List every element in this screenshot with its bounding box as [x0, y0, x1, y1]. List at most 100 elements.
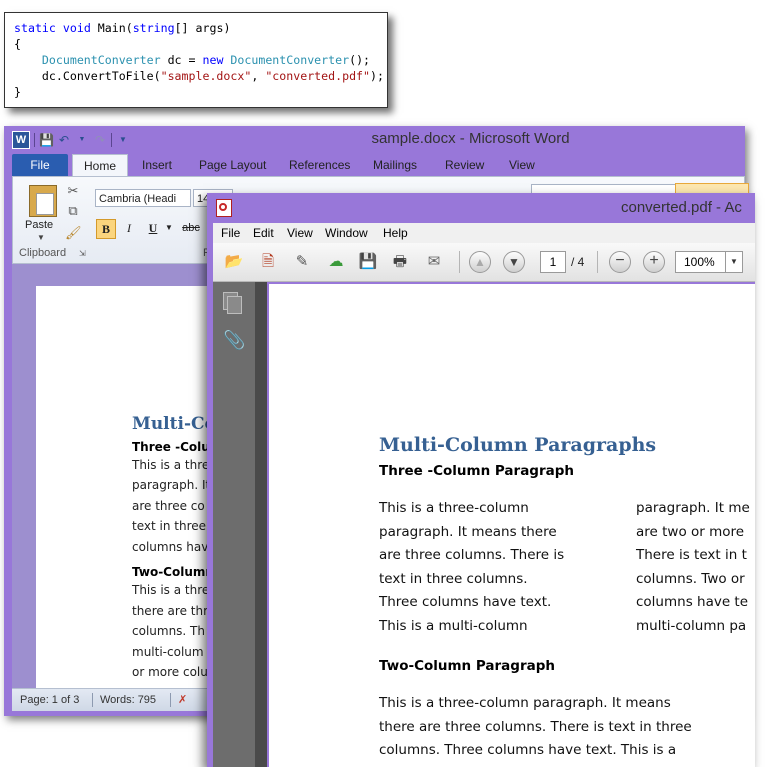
copy-icon[interactable]: ⧉	[65, 203, 81, 219]
upload-cloud-icon[interactable]: ☁	[325, 252, 347, 272]
paste-button[interactable]: Paste	[25, 219, 53, 231]
doc-line: there are thr	[132, 604, 209, 618]
toolbar: 📂 🗎 ✎ ☁ 💾 🖶 ✉ ▲ ▼ 1 / 4 − + 100% ▼	[213, 243, 755, 282]
zoom-out-icon[interactable]: −	[609, 251, 631, 273]
code-string: "sample.docx"	[160, 69, 252, 83]
dialog-launcher-icon[interactable]: ⇲	[79, 249, 86, 258]
pdf-line: This is a multi-column	[379, 618, 528, 634]
zoom-select[interactable]: 100% ▼	[675, 251, 743, 273]
page-total: / 4	[571, 255, 585, 269]
divider	[92, 693, 93, 707]
italic-button[interactable]: I	[121, 219, 137, 237]
clipboard-group-label: Clipboard	[19, 247, 67, 259]
chevron-down-icon[interactable]: ▼	[37, 233, 45, 242]
code-snippet: static void Main(string[] args) { Docume…	[4, 12, 388, 108]
pdf-line: There is text in t	[636, 547, 747, 563]
proofing-icon[interactable]: ✗	[178, 689, 187, 711]
tab-page-layout[interactable]: Page Layout	[199, 154, 266, 176]
strikethrough-button[interactable]: abc	[179, 219, 203, 237]
divider	[459, 251, 460, 273]
pdf-line: paragraph. It means there	[379, 524, 557, 540]
tab-view[interactable]: View	[509, 154, 535, 176]
code-text: );	[370, 69, 384, 83]
code-string: "converted.pdf"	[265, 69, 371, 83]
doc-line: are three co	[132, 499, 205, 513]
window-title: sample.docx - Microsoft Word	[371, 130, 570, 147]
pdf-line: Three columns have text.	[379, 594, 552, 610]
code-keyword: void	[62, 21, 91, 35]
code-text: [] args)	[174, 21, 231, 35]
doc-line: This is a thre	[132, 458, 210, 472]
scissors-icon[interactable]: ✂	[65, 183, 81, 199]
acrobat-window: converted.pdf - Ac File Edit View Window…	[207, 193, 755, 767]
next-page-icon[interactable]: ▼	[503, 251, 525, 273]
code-text: {	[14, 37, 21, 51]
code-text: dc.ConvertToFile(	[41, 69, 161, 83]
code-type: DocumentConverter	[230, 53, 350, 67]
tab-references[interactable]: References	[289, 154, 350, 176]
page-count-status[interactable]: Page: 1 of 3	[20, 689, 79, 711]
zoom-value: 100%	[684, 255, 715, 269]
pdf-page[interactable]: Multi-Column Paragraphs Three -Column Pa…	[269, 284, 755, 767]
menu-edit[interactable]: Edit	[253, 223, 274, 243]
menu-help[interactable]: Help	[383, 223, 408, 243]
code-type: DocumentConverter	[41, 53, 161, 67]
previous-page-icon[interactable]: ▲	[469, 251, 491, 273]
doc-line: columns. Th	[132, 624, 205, 638]
chevron-down-icon[interactable]: ▼	[725, 252, 742, 272]
create-pdf-icon[interactable]: 🗎	[257, 252, 279, 272]
code-text: ();	[349, 53, 371, 67]
code-text: }	[14, 85, 21, 99]
code-text: ,	[251, 69, 266, 83]
pdf-line: columns. Two or	[636, 571, 745, 587]
doc-line: columns hav	[132, 540, 209, 554]
tab-review[interactable]: Review	[445, 154, 484, 176]
tab-file[interactable]: File	[12, 154, 68, 176]
email-icon[interactable]: ✉	[423, 252, 445, 272]
pdf-line: multi-column pa	[636, 618, 747, 634]
save-icon[interactable]: 💾	[357, 252, 379, 272]
menu-view[interactable]: View	[287, 223, 313, 243]
menu-bar: File Edit View Window Help	[213, 223, 755, 243]
edit-document-icon[interactable]: ✎	[291, 252, 313, 272]
format-painter-icon[interactable]: 🖌	[65, 225, 82, 241]
pdf-heading: Multi-Column Paragraphs	[379, 434, 657, 456]
pdf-subheading: Three -Column Paragraph	[379, 463, 575, 479]
pdf-line: text in three columns.	[379, 571, 528, 587]
paperclip-icon[interactable]: 📎	[223, 330, 245, 351]
divider	[597, 251, 598, 273]
doc-subheading: Three -Colu	[132, 440, 210, 454]
tab-home[interactable]: Home	[72, 154, 128, 176]
clipboard-icon[interactable]	[29, 185, 57, 217]
chevron-down-icon[interactable]: ▼	[165, 219, 173, 237]
page-thumbnails-icon[interactable]	[223, 292, 242, 314]
menu-file[interactable]: File	[221, 223, 240, 243]
page-number-input[interactable]: 1	[540, 251, 566, 273]
word-count-status[interactable]: Words: 795	[100, 689, 156, 711]
underline-button[interactable]: U	[145, 219, 161, 237]
window-title: converted.pdf - Ac	[621, 199, 742, 216]
doc-line: multi-colum	[132, 645, 204, 659]
code-keyword: new	[202, 53, 224, 67]
pdf-line: This is a three-column	[379, 500, 529, 516]
font-name-select[interactable]: Cambria (Headi	[95, 189, 191, 207]
pdf-line: are three columns. There is	[379, 547, 565, 563]
open-file-icon[interactable]: 📂	[223, 252, 245, 272]
doc-line: This is a thre	[132, 583, 210, 597]
print-icon[interactable]: 🖶	[389, 252, 411, 272]
ribbon-tabs: File Home Insert Page Layout References …	[4, 152, 745, 176]
panel-divider[interactable]	[255, 282, 267, 767]
zoom-in-icon[interactable]: +	[643, 251, 665, 273]
pdf-subheading: Two-Column Paragraph	[379, 658, 555, 674]
bold-button[interactable]: B	[96, 219, 116, 239]
tab-mailings[interactable]: Mailings	[373, 154, 417, 176]
code-text: dc =	[160, 53, 203, 67]
pdf-line: This is a three-column paragraph. It mea…	[379, 695, 671, 711]
doc-heading: Multi-Co	[132, 414, 216, 434]
menu-window[interactable]: Window	[325, 223, 368, 243]
doc-line: paragraph. It	[132, 478, 211, 492]
doc-subheading: Two-Column	[132, 565, 214, 579]
pdf-line: columns. Three columns have text. This i…	[379, 742, 677, 758]
tab-insert[interactable]: Insert	[142, 154, 172, 176]
pdf-line: columns have te	[636, 594, 749, 610]
